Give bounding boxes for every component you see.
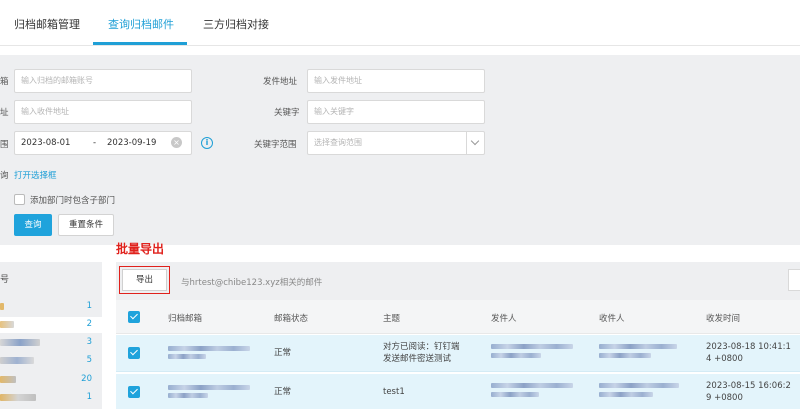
mailbox-label: 箱 bbox=[0, 77, 9, 87]
redacted-recipient bbox=[599, 344, 677, 349]
open-selector-link[interactable]: 打开选择框 bbox=[14, 169, 57, 181]
keyword-label: 关键字 bbox=[274, 108, 300, 118]
table-row[interactable]: 正常 对方已阅读：钉钉端 发送邮件密送测试 2023-08-18 10:41:1… bbox=[116, 335, 800, 372]
redacted-name bbox=[0, 376, 16, 383]
tab-third-party-archive[interactable]: 三方归档对接 bbox=[203, 16, 269, 32]
date-range-label: 围 bbox=[0, 140, 9, 150]
row-time-line-2: 9 +0800 bbox=[706, 393, 743, 403]
reset-button[interactable]: 重置条件 bbox=[58, 214, 114, 236]
redacted-archive-mailbox bbox=[168, 385, 250, 390]
mailbox-list-header: 号 bbox=[0, 275, 10, 285]
redacted-name bbox=[0, 339, 40, 346]
sender-input[interactable]: 输入发件地址 bbox=[307, 69, 485, 93]
keyword-scope-placeholder: 选择查询范围 bbox=[314, 138, 362, 147]
row-status: 正常 bbox=[274, 348, 292, 358]
list-item[interactable]: 2 bbox=[0, 317, 102, 333]
table-row[interactable]: 正常 test1 2023-08-15 16:06:2 9 +0800 bbox=[116, 374, 800, 409]
list-item[interactable]: 1 bbox=[0, 390, 102, 406]
list-item[interactable]: 20 bbox=[0, 372, 102, 388]
list-item-count: 5 bbox=[86, 355, 92, 365]
list-item-count: 20 bbox=[81, 374, 92, 384]
redacted-sender bbox=[491, 392, 539, 397]
row-checkbox[interactable] bbox=[128, 347, 140, 359]
redacted-recipient bbox=[599, 383, 679, 388]
related-mail-text: 与hrtest@chibe123.xyz相关的邮件 bbox=[181, 278, 323, 288]
row-time-line-1: 2023-08-15 16:06:2 bbox=[706, 381, 791, 391]
redacted-archive-mailbox bbox=[168, 346, 250, 351]
redacted-name bbox=[0, 303, 4, 310]
mailbox-input[interactable]: 输入归档的邮箱账号 bbox=[14, 69, 192, 93]
department-label: 询 bbox=[0, 171, 9, 181]
redacted-sender bbox=[491, 353, 541, 358]
column-subject[interactable]: 主题 bbox=[383, 312, 400, 324]
row-time-line-2: 4 +0800 bbox=[706, 354, 743, 364]
query-button[interactable]: 查询 bbox=[14, 214, 52, 236]
row-checkbox[interactable] bbox=[128, 386, 140, 398]
redacted-archive-mailbox bbox=[168, 354, 206, 359]
list-item-count: 1 bbox=[86, 301, 92, 311]
recipient-input[interactable]: 输入收件地址 bbox=[14, 100, 192, 124]
date-separator: - bbox=[93, 138, 97, 148]
row-time-line-1: 2023-08-18 10:41:1 bbox=[706, 342, 791, 352]
redacted-sender bbox=[491, 344, 573, 349]
list-item[interactable]: 3 bbox=[0, 335, 102, 351]
tab-bar: 归档邮箱管理 查询归档邮件 三方归档对接 bbox=[0, 0, 800, 46]
column-time[interactable]: 收发时间 bbox=[706, 312, 740, 324]
list-item[interactable]: 5 bbox=[0, 353, 102, 369]
active-tab-indicator bbox=[93, 42, 187, 45]
recipient-label: 址 bbox=[0, 108, 9, 118]
column-archive-mailbox[interactable]: 归档邮箱 bbox=[168, 312, 202, 324]
redacted-sender bbox=[491, 383, 573, 388]
select-all-checkbox[interactable] bbox=[128, 311, 140, 323]
row-status: 正常 bbox=[274, 387, 292, 397]
filter-panel: 箱 输入归档的邮箱账号 发件地址 输入发件地址 址 输入收件地址 关键字 输入关… bbox=[0, 55, 800, 245]
mail-results-panel: 导出 与hrtest@chibe123.xyz相关的邮件 归档邮箱 邮箱状态 主… bbox=[116, 262, 800, 409]
list-item[interactable]: 1 bbox=[0, 299, 102, 315]
redacted-recipient bbox=[599, 353, 651, 358]
tab-query-archived-mail[interactable]: 查询归档邮件 bbox=[108, 16, 174, 32]
chevron-down-icon bbox=[466, 132, 484, 154]
date-range-picker[interactable]: 2023-08-01 - 2023-09-19 × bbox=[14, 131, 192, 155]
redacted-name bbox=[0, 394, 36, 401]
list-item-count: 3 bbox=[86, 337, 92, 347]
redacted-recipient bbox=[599, 392, 653, 397]
keyword-scope-label: 关键字范围 bbox=[254, 140, 297, 150]
batch-export-annotation: 批量导出 bbox=[116, 242, 165, 256]
export-highlight-box bbox=[119, 266, 170, 294]
date-end: 2023-09-19 bbox=[107, 138, 157, 148]
redacted-archive-mailbox bbox=[168, 393, 208, 398]
keyword-scope-select[interactable]: 选择查询范围 bbox=[307, 131, 485, 155]
include-subdepartments-label: 添加部门时包含子部门 bbox=[30, 196, 116, 206]
column-sender[interactable]: 发件人 bbox=[491, 312, 517, 324]
include-subdepartments-checkbox[interactable] bbox=[14, 194, 25, 205]
redacted-name bbox=[0, 357, 34, 364]
row-subject-line-1: test1 bbox=[383, 387, 405, 397]
row-subject-line-1: 对方已阅读：钉钉端 bbox=[383, 342, 460, 352]
column-mailbox-status[interactable]: 邮箱状态 bbox=[274, 312, 308, 324]
sender-label: 发件地址 bbox=[263, 77, 298, 87]
results-toolbar: 导出 与hrtest@chibe123.xyz相关的邮件 bbox=[116, 262, 800, 300]
keyword-input[interactable]: 输入关键字 bbox=[307, 100, 485, 124]
info-icon[interactable]: i bbox=[201, 137, 213, 149]
column-recipient[interactable]: 收件人 bbox=[599, 312, 625, 324]
tab-archive-mailbox-management[interactable]: 归档邮箱管理 bbox=[14, 16, 80, 32]
row-subject-line-2: 发送邮件密送测试 bbox=[383, 354, 452, 364]
list-item-count: 1 bbox=[86, 392, 92, 402]
list-item-count: 2 bbox=[86, 319, 92, 329]
date-start: 2023-08-01 bbox=[21, 138, 71, 148]
redacted-name bbox=[0, 321, 14, 328]
table-header: 归档邮箱 邮箱状态 主题 发件人 收件人 收发时间 bbox=[116, 300, 800, 334]
clear-icon[interactable]: × bbox=[171, 137, 182, 148]
mailbox-list-panel: 号 1 2 3 5 20 1 bbox=[0, 262, 102, 409]
toolbar-right-control[interactable] bbox=[788, 269, 800, 291]
